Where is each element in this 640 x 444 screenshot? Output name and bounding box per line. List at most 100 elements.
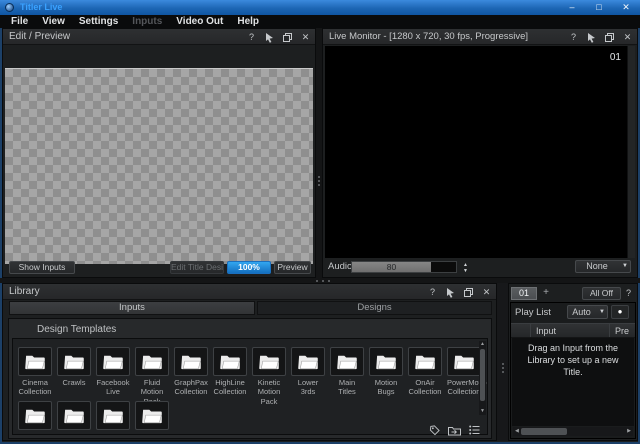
library-template-label: GraphPax Collection	[174, 378, 208, 397]
column-status[interactable]	[511, 324, 531, 337]
folder-thumb[interactable]	[408, 347, 442, 376]
library-template-item[interactable]: Kinetic Motion Pack	[252, 347, 286, 406]
library-vertical-scrollbar[interactable]: ▲ ▼	[479, 341, 486, 415]
customize-icon[interactable]	[445, 284, 456, 300]
folder-thumb[interactable]	[135, 347, 169, 376]
help-icon[interactable]: ?	[626, 287, 631, 300]
folder-thumb[interactable]	[213, 347, 247, 376]
audio-output-value: None	[576, 261, 618, 272]
folder-thumb[interactable]	[96, 401, 130, 430]
folder-thumb[interactable]	[96, 347, 130, 376]
library-template-item[interactable]	[135, 401, 169, 430]
list-view-icon[interactable]	[468, 424, 481, 436]
import-folder-icon[interactable]	[448, 424, 461, 436]
close-icon[interactable]: ✕	[300, 29, 311, 45]
library-template-item[interactable]	[18, 401, 52, 430]
tag-icon[interactable]	[428, 424, 441, 436]
float-glyph	[464, 288, 473, 297]
vertical-splitter-2[interactable]	[497, 283, 508, 441]
customize-icon[interactable]	[264, 29, 275, 45]
transparency-canvas[interactable]	[5, 68, 313, 264]
minimize-button[interactable]: –	[566, 0, 578, 15]
scroll-left-icon[interactable]: ◀	[515, 427, 519, 436]
customize-cursor-glyph	[446, 288, 455, 298]
library-template-item[interactable]: GraphPax Collection	[174, 347, 208, 406]
live-video-output[interactable]: 01	[325, 46, 629, 258]
folder-thumb[interactable]	[18, 347, 52, 376]
folder-thumb[interactable]	[447, 347, 481, 376]
playlist-empty-area[interactable]: Drag an Input from the Library to set up…	[512, 338, 634, 426]
scrollbar-thumb[interactable]	[480, 349, 485, 401]
all-off-button[interactable]: All Off	[582, 287, 621, 300]
library-template-label: Facebook Live	[96, 378, 130, 397]
folder-thumb[interactable]	[174, 347, 208, 376]
help-icon[interactable]: ?	[568, 29, 579, 45]
menu-item-help[interactable]: Help	[230, 15, 266, 28]
stepper-down-icon[interactable]: ▼	[463, 268, 468, 274]
scroll-right-icon[interactable]: ▶	[627, 427, 631, 436]
library-template-item[interactable]: OnAir Collection	[408, 347, 442, 406]
folder-thumb[interactable]	[18, 401, 52, 430]
zoom-level-button[interactable]: 100%	[227, 261, 271, 274]
close-button[interactable]: ✕	[620, 0, 632, 15]
library-template-item[interactable]: Lower 3rds	[291, 347, 325, 406]
float-icon[interactable]	[282, 29, 293, 45]
app-icon	[5, 3, 14, 12]
scrollbar-thumb[interactable]	[521, 428, 567, 435]
folder-thumb[interactable]	[57, 347, 91, 376]
audio-output-dropdown[interactable]: None ▼	[575, 260, 631, 273]
library-template-item[interactable]: PowerMotion Collection	[447, 347, 481, 406]
preview-button[interactable]: Preview	[274, 261, 311, 274]
tab-inputs[interactable]: Inputs	[9, 301, 255, 315]
library-template-item[interactable]: HighLine Collection	[213, 347, 247, 406]
title-bar[interactable]: Titler Live – □ ✕	[0, 0, 640, 15]
playlist-mode-dropdown[interactable]: Auto ▼	[567, 305, 608, 319]
library-template-item[interactable]	[96, 401, 130, 430]
folder-thumb[interactable]	[330, 347, 364, 376]
tab-designs[interactable]: Designs	[257, 301, 492, 315]
maximize-button[interactable]: □	[593, 0, 605, 15]
menu-item-view[interactable]: View	[35, 15, 72, 28]
folder-thumb[interactable]	[135, 401, 169, 430]
folder-thumb[interactable]	[291, 347, 325, 376]
library-template-item[interactable]	[57, 401, 91, 430]
close-icon[interactable]: ✕	[481, 284, 492, 300]
library-template-item[interactable]: Facebook Live	[96, 347, 130, 406]
column-input[interactable]: Input	[531, 324, 610, 337]
close-icon[interactable]: ✕	[622, 29, 633, 45]
scroll-up-icon[interactable]: ▲	[479, 341, 486, 348]
playlist-tab-01[interactable]: 01	[511, 287, 537, 300]
folder-icon	[142, 354, 162, 370]
app-window: Titler Live – □ ✕ FileViewSettings Inputs…	[0, 0, 640, 444]
library-template-item[interactable]: Cinema Collection	[18, 347, 52, 406]
scroll-down-icon[interactable]: ▼	[479, 408, 486, 415]
menu-item-video-out[interactable]: Video Out	[169, 15, 230, 28]
customize-icon[interactable]	[586, 29, 597, 45]
folder-thumb[interactable]	[252, 347, 286, 376]
float-icon[interactable]	[463, 284, 474, 300]
help-icon[interactable]: ?	[427, 284, 438, 300]
audio-level-slider[interactable]: 80	[351, 261, 457, 273]
audio-level-stepper[interactable]: ▲ ▼	[461, 262, 470, 274]
library-template-label: Crawls	[57, 378, 91, 387]
folder-thumb[interactable]	[57, 401, 91, 430]
library-header-icons: ?✕	[427, 284, 492, 300]
folder-icon	[454, 354, 474, 370]
folder-icon	[25, 354, 45, 370]
folder-thumb[interactable]	[369, 347, 403, 376]
library-template-item[interactable]: Motion Bugs	[369, 347, 403, 406]
record-toggle-button[interactable]: ●	[611, 305, 629, 319]
menu-item-file[interactable]: File	[4, 15, 35, 28]
library-template-item[interactable]: Crawls	[57, 347, 91, 406]
library-template-label: HighLine Collection	[213, 378, 247, 397]
library-template-item[interactable]: Fluid Motion Pack	[135, 347, 169, 406]
add-playlist-button[interactable]: +	[540, 287, 552, 300]
column-preview[interactable]: Pre	[610, 324, 635, 337]
library-template-item[interactable]: Main Titles	[330, 347, 364, 406]
show-inputs-button[interactable]: Show Inputs	[9, 261, 75, 274]
playlist-horizontal-scrollbar[interactable]: ◀ ▶	[513, 427, 633, 436]
help-icon[interactable]: ?	[246, 29, 257, 45]
menu-item-settings[interactable]: Settings	[72, 15, 125, 28]
edit-title-design-button[interactable]: Edit Title Design	[170, 261, 224, 274]
float-icon[interactable]	[604, 29, 615, 45]
